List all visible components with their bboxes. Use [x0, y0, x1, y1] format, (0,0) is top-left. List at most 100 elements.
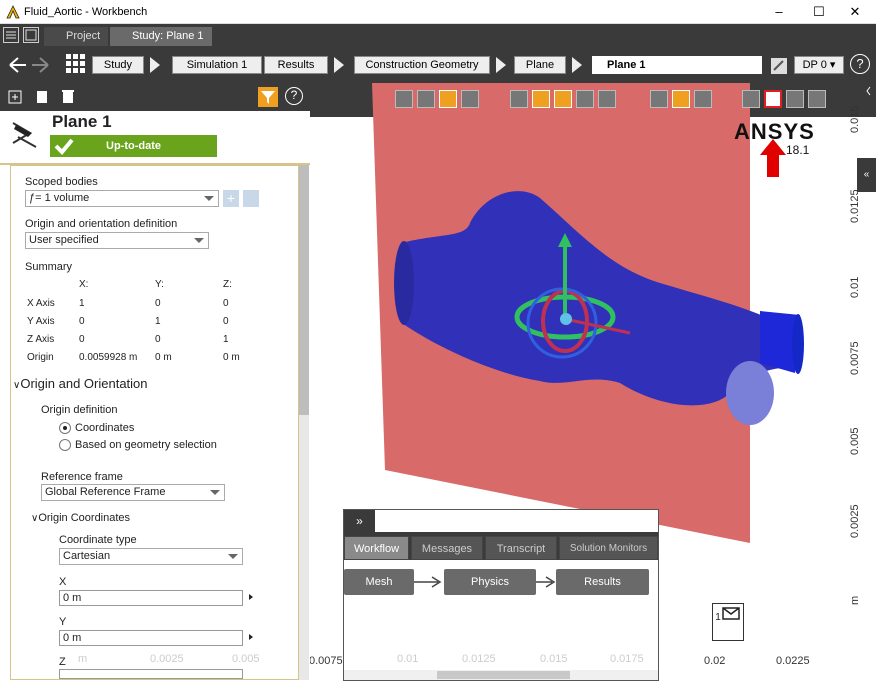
tab-project-label: Project — [66, 30, 101, 42]
reference-frame-select[interactable]: Global Reference Frame — [41, 484, 225, 501]
select-face-button[interactable] — [439, 90, 457, 108]
coord-type-value: Cartesian — [63, 550, 111, 562]
save-icon[interactable] — [23, 27, 39, 43]
workflow-hscroll[interactable] — [344, 670, 658, 680]
tab-workflow[interactable]: Workflow — [344, 536, 409, 560]
bottom-tick-faded: 0.015 — [540, 653, 568, 665]
coord-type-select[interactable]: Cartesian — [59, 548, 243, 565]
tab-solution-monitors[interactable]: Solution Monitors — [559, 536, 658, 560]
view-top-button[interactable] — [598, 90, 616, 108]
bottom-tick-faded: 0.0125 — [462, 653, 496, 665]
chevron-right-icon — [572, 57, 582, 73]
copy-icon[interactable] — [36, 90, 48, 104]
summary-cell: 0 — [155, 298, 161, 309]
swap-icon[interactable] — [243, 190, 259, 207]
close-button[interactable]: ✕ — [836, 2, 874, 22]
bottom-tick-faded: 0.005 — [232, 653, 260, 665]
workflow-node-physics[interactable]: Physics — [444, 569, 536, 595]
minimize-button[interactable]: – — [760, 2, 798, 22]
properties-scrollbar[interactable] — [299, 165, 309, 680]
tab-transcript[interactable]: Transcript — [485, 536, 557, 560]
view-cube-button[interactable] — [510, 90, 528, 108]
crumb-plane-1[interactable]: Plane 1 — [592, 56, 762, 74]
filter-icon[interactable] — [258, 87, 278, 107]
view-front-button[interactable] — [554, 90, 572, 108]
y-input[interactable]: 0 m — [59, 630, 243, 646]
grid-icon[interactable] — [66, 54, 86, 74]
design-point-icon[interactable] — [770, 57, 788, 75]
menu-icon[interactable] — [3, 27, 19, 43]
maximize-button[interactable]: ☐ — [800, 2, 838, 22]
crumb-construction-geometry[interactable]: Construction Geometry — [354, 56, 490, 74]
side-panel-toggle[interactable]: « — [857, 158, 876, 192]
summary-cell: 0 m — [155, 352, 172, 363]
add-icon[interactable] — [8, 90, 22, 104]
orientation-def-select[interactable]: User specified — [25, 232, 209, 249]
add-body-button[interactable]: + — [223, 190, 239, 207]
delete-icon[interactable] — [62, 89, 74, 104]
point-button[interactable] — [742, 90, 760, 108]
right-tick: 0.0025 — [849, 504, 861, 538]
ruler-button[interactable] — [672, 90, 690, 108]
select-tool-button[interactable] — [395, 90, 413, 108]
view-triad[interactable]: 1 — [712, 603, 744, 641]
dp-selector[interactable]: DP 0 ▾ — [794, 56, 844, 74]
outlet-end — [726, 361, 774, 425]
crumb-simulation[interactable]: Simulation 1 — [172, 56, 262, 74]
x-expand-icon[interactable] — [249, 594, 253, 600]
panel-help-icon[interactable]: ? — [285, 87, 303, 105]
envelope-icon — [722, 607, 740, 620]
annotation-arrow-icon — [760, 139, 786, 177]
x-label: X — [59, 576, 67, 588]
coordinates-radio[interactable] — [59, 422, 71, 434]
triad-center — [560, 313, 572, 325]
right-tick: 0.005 — [849, 427, 861, 455]
reference-frame-value: Global Reference Frame — [45, 486, 166, 498]
scoped-bodies-value: ƒ= 1 volume — [29, 192, 90, 204]
summary-row-name: Z Axis — [27, 334, 55, 345]
view-iso-button[interactable] — [532, 90, 550, 108]
section-origin-coordinates[interactable]: ∨Origin Coordinates — [31, 512, 130, 524]
crumb-study[interactable]: Study — [92, 56, 144, 74]
object-title: Plane 1 — [52, 112, 112, 131]
summary-cell: 0 m — [223, 352, 240, 363]
workflow-node-results[interactable]: Results — [556, 569, 649, 595]
z-label: Z — [59, 656, 66, 668]
col-z: Z: — [223, 279, 232, 290]
x-input[interactable]: 0 m — [59, 590, 243, 606]
scrollbar-thumb[interactable] — [299, 165, 309, 415]
geometry-selection-radio[interactable] — [59, 439, 71, 451]
summary-cell: 1 — [79, 298, 85, 309]
view-side-button[interactable] — [576, 90, 594, 108]
plane-button[interactable] — [764, 90, 782, 108]
crumb-plane[interactable]: Plane — [514, 56, 566, 74]
workflow-node-mesh[interactable]: Mesh — [344, 569, 414, 595]
title-bar: Fluid_Aortic - Workbench – ☐ ✕ — [0, 0, 876, 24]
tab-bar: Project Study: Plane 1 — [0, 24, 876, 46]
y-expand-icon[interactable] — [249, 634, 253, 640]
select-box-button[interactable] — [417, 90, 435, 108]
fit-view-button[interactable] — [694, 90, 712, 108]
select-body-button[interactable] — [461, 90, 479, 108]
box-button[interactable] — [808, 90, 826, 108]
section-origin-orientation[interactable]: ∨Origin and Orientation — [13, 376, 148, 391]
help-icon[interactable]: ? — [850, 54, 870, 74]
collapse-icon[interactable] — [865, 85, 873, 100]
hscroll-thumb[interactable] — [437, 671, 570, 679]
back-forward-icon[interactable] — [8, 56, 52, 74]
brand-logo: ANSYS — [734, 119, 815, 144]
scoped-bodies-select[interactable]: ƒ= 1 volume — [25, 190, 219, 207]
summary-row-name: Origin — [27, 352, 54, 363]
z-input[interactable] — [59, 669, 243, 679]
right-tick: 0.01 — [849, 277, 861, 298]
tab-messages[interactable]: Messages — [411, 536, 483, 560]
tab-project[interactable]: Project — [44, 27, 109, 46]
tab-study[interactable]: Study: Plane 1 — [110, 27, 212, 46]
workflow-collapse-button[interactable]: » — [344, 510, 375, 532]
scoped-bodies-label: Scoped bodies — [25, 176, 98, 188]
summary-cell: 0 — [79, 316, 85, 327]
coord-type-label: Coordinate type — [59, 534, 137, 546]
rotate-button[interactable] — [650, 90, 668, 108]
crumb-results[interactable]: Results — [264, 56, 328, 74]
line-button[interactable] — [786, 90, 804, 108]
